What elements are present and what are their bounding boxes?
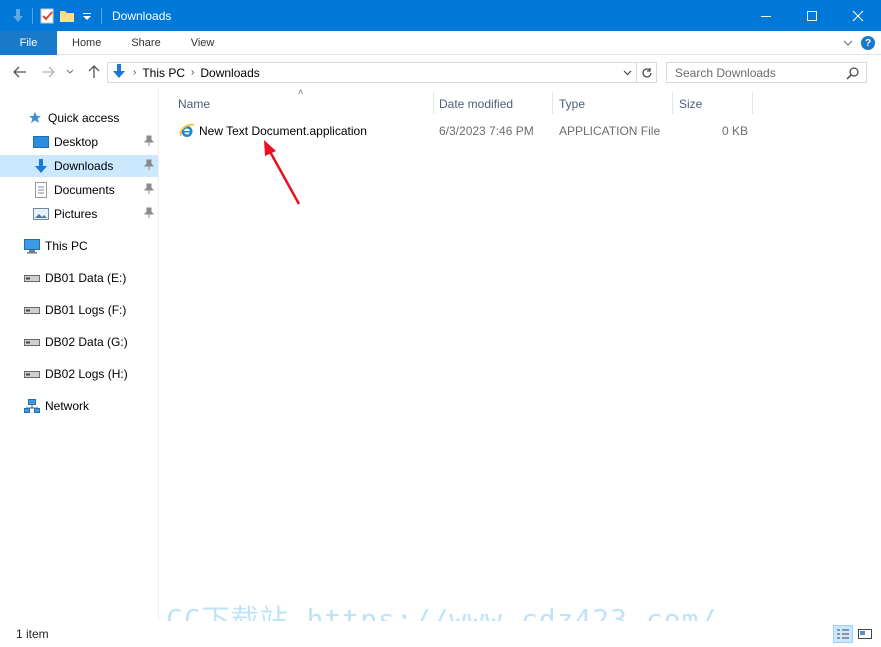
nav-label: DB02 Logs (H:) <box>45 367 128 381</box>
large-icons-view-button[interactable] <box>855 625 875 643</box>
search-input[interactable]: Search Downloads <box>666 62 867 83</box>
breadcrumb-separator-icon[interactable]: › <box>191 67 194 78</box>
nav-drive-h[interactable]: DB02 Logs (H:) <box>0 363 158 385</box>
search-placeholder: Search Downloads <box>675 65 776 80</box>
drive-icon <box>24 302 40 318</box>
nav-quick-access[interactable]: Quick access <box>0 107 158 129</box>
star-icon <box>27 110 43 126</box>
nav-network[interactable]: Network <box>0 395 158 417</box>
up-button[interactable] <box>84 63 104 81</box>
breadcrumb-separator-icon[interactable]: › <box>133 67 136 78</box>
nav-item-pictures[interactable]: Pictures <box>0 203 158 225</box>
status-bar: 1 item <box>0 621 881 647</box>
tab-file[interactable]: File <box>0 30 57 55</box>
documents-icon <box>33 182 49 198</box>
internet-explorer-icon <box>179 120 195 142</box>
pin-icon[interactable] <box>143 135 155 150</box>
nav-label: Desktop <box>54 135 99 149</box>
drive-icon <box>24 270 40 286</box>
customize-toolbar-chevron-icon[interactable] <box>77 6 97 26</box>
computer-icon <box>24 238 40 254</box>
column-header-date-modified[interactable]: Date modified <box>439 91 513 116</box>
item-count: 1 item <box>16 627 49 641</box>
recent-locations-chevron-icon[interactable] <box>63 63 77 81</box>
forward-button[interactable] <box>38 63 58 81</box>
maximize-button[interactable] <box>789 0 835 31</box>
title-bar: Downloads <box>0 0 881 31</box>
downloads-location-icon <box>111 63 127 82</box>
ribbon-right-controls: ? <box>843 31 875 55</box>
nav-label: DB01 Data (E:) <box>45 271 127 285</box>
column-header-size[interactable]: Size <box>679 91 702 116</box>
properties-icon[interactable] <box>37 6 57 26</box>
tab-share[interactable]: Share <box>116 31 175 55</box>
network-icon <box>24 398 40 414</box>
quick-access-downloads-icon[interactable] <box>8 6 28 26</box>
nav-label: Downloads <box>54 159 114 173</box>
close-button[interactable] <box>835 0 881 31</box>
breadcrumb-this-pc[interactable]: This PC <box>142 66 185 80</box>
help-icon[interactable]: ? <box>861 36 875 50</box>
nav-drive-e[interactable]: DB01 Data (E:) <box>0 267 158 289</box>
back-button[interactable] <box>10 63 30 81</box>
nav-this-pc[interactable]: This PC <box>0 235 158 257</box>
annotation-arrow-icon <box>264 140 301 205</box>
nav-drive-g[interactable]: DB02 Data (G:) <box>0 331 158 353</box>
sort-ascending-icon: ˄ <box>298 87 304 97</box>
pin-icon[interactable] <box>143 159 155 174</box>
desktop-icon <box>33 134 49 150</box>
search-icon[interactable] <box>846 66 860 83</box>
nav-label: DB02 Data (G:) <box>45 335 128 349</box>
tab-home[interactable]: Home <box>57 31 116 55</box>
window-title: Downloads <box>112 8 172 23</box>
downloads-icon <box>33 158 49 174</box>
pin-icon[interactable] <box>143 207 155 222</box>
column-divider[interactable] <box>672 92 673 114</box>
quick-access-toolbar <box>0 0 106 31</box>
nav-label: Pictures <box>54 207 98 221</box>
column-header-name[interactable]: Name <box>178 91 210 116</box>
pin-icon[interactable] <box>143 183 155 198</box>
refresh-button[interactable] <box>637 62 657 83</box>
file-size: 0 KB <box>722 124 749 138</box>
minimize-button[interactable] <box>743 0 789 31</box>
file-list: ˄ Name Date modified Type Size New Text … <box>160 87 881 621</box>
address-bar[interactable]: › This PC › Downloads <box>107 62 637 83</box>
nav-drive-f[interactable]: DB01 Logs (F:) <box>0 299 158 321</box>
nav-item-documents[interactable]: Documents <box>0 179 158 201</box>
file-date-modified: 6/3/2023 7:46 PM <box>439 124 534 138</box>
nav-label: Quick access <box>48 111 120 125</box>
navigation-pane: Quick access Desktop Downloads Documents <box>0 89 158 621</box>
nav-label: This PC <box>45 239 88 253</box>
nav-label: Network <box>45 399 90 413</box>
address-history-chevron-icon[interactable] <box>620 65 634 80</box>
column-divider[interactable] <box>752 92 753 114</box>
nav-item-downloads[interactable]: Downloads <box>0 155 158 177</box>
breadcrumb-downloads[interactable]: Downloads <box>200 66 259 80</box>
new-folder-icon[interactable] <box>57 6 77 26</box>
drive-icon <box>24 366 40 382</box>
pictures-icon <box>33 206 49 222</box>
file-type: APPLICATION File <box>559 124 661 138</box>
window-controls <box>743 0 881 31</box>
details-view-button[interactable] <box>833 625 853 643</box>
expand-ribbon-chevron-icon[interactable] <box>843 36 853 50</box>
drive-icon <box>24 334 40 350</box>
tab-view[interactable]: View <box>176 31 230 55</box>
pane-divider[interactable] <box>158 89 159 621</box>
toolbar-divider <box>101 7 102 24</box>
nav-item-desktop[interactable]: Desktop <box>0 131 158 153</box>
column-divider[interactable] <box>552 92 553 114</box>
column-header-type[interactable]: Type <box>559 91 585 116</box>
column-divider[interactable] <box>433 92 434 114</box>
nav-label: Documents <box>54 183 115 197</box>
toolbar-divider <box>32 7 33 24</box>
address-row: › This PC › Downloads Search Downloads <box>0 56 881 89</box>
nav-label: DB01 Logs (F:) <box>45 303 127 317</box>
ribbon-tabs: File Home Share View ? <box>0 30 881 55</box>
